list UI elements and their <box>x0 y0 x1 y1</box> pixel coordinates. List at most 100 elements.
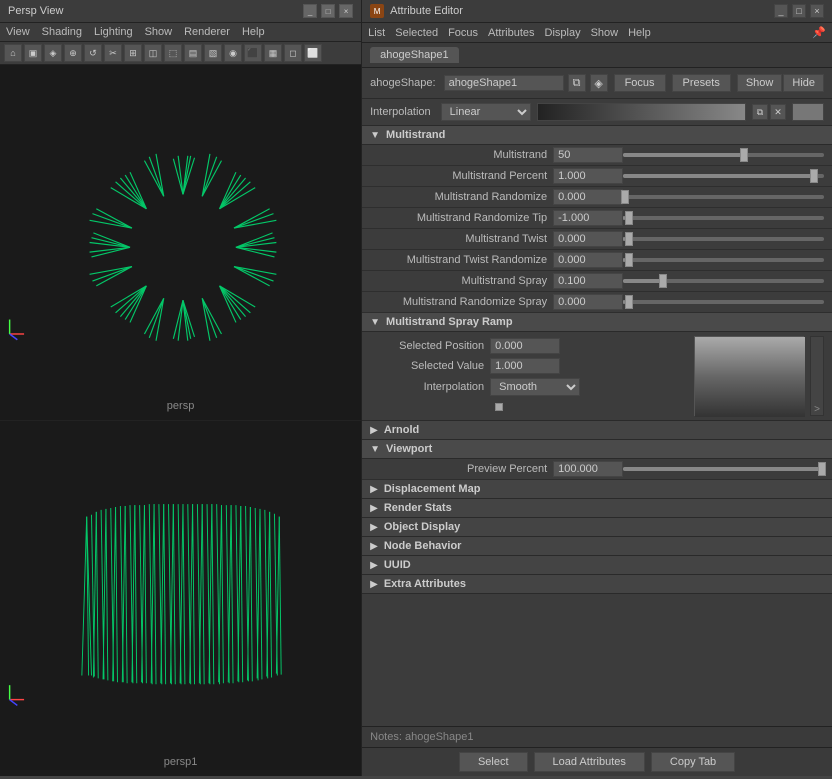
ramp-preview-bar[interactable] <box>537 103 746 121</box>
attr-slider-mrt[interactable] <box>623 210 824 226</box>
section-header-arnold[interactable]: ▶ Arnold <box>362 421 832 440</box>
viewport-bottom[interactable]: persp1 <box>0 421 361 776</box>
ae-show-button[interactable]: Show <box>737 74 783 92</box>
toolbar-btn-8[interactable]: ◫ <box>144 44 162 62</box>
attr-input-multistrand-percent[interactable] <box>553 168 623 184</box>
ae-menu-attributes[interactable]: Attributes <box>488 27 534 39</box>
ae-menu-help[interactable]: Help <box>628 27 651 39</box>
toolbar-btn-4[interactable]: ⊕ <box>64 44 82 62</box>
ae-hide-button[interactable]: Hide <box>783 74 824 92</box>
section-header-viewport[interactable]: ▼ Viewport <box>362 440 832 459</box>
toolbar-btn-12[interactable]: ◉ <box>224 44 242 62</box>
ae-copy-icon[interactable]: ⧉ <box>568 74 586 92</box>
ramp-clear-icon[interactable]: ✕ <box>770 104 786 120</box>
ae-node-name-input[interactable] <box>444 75 564 91</box>
attr-slider-mrs[interactable] <box>623 294 824 310</box>
ae-nav-icon[interactable]: ◈ <box>590 74 608 92</box>
ae-presets-button[interactable]: Presets <box>672 74 731 92</box>
menu-lighting[interactable]: Lighting <box>94 26 133 38</box>
ae-select-button[interactable]: Select <box>459 752 528 772</box>
attr-thumb-mt[interactable] <box>625 232 633 246</box>
toolbar-btn-16[interactable]: ⬜ <box>304 44 322 62</box>
ramp-color-swatch[interactable] <box>792 103 824 121</box>
minimize-button[interactable]: _ <box>303 4 317 18</box>
ae-load-attributes-button[interactable]: Load Attributes <box>534 752 645 772</box>
toolbar-btn-6[interactable]: ✂ <box>104 44 122 62</box>
maximize-button[interactable]: □ <box>321 4 335 18</box>
toolbar-btn-9[interactable]: ⬚ <box>164 44 182 62</box>
toolbar-btn-11[interactable]: ▧ <box>204 44 222 62</box>
ramp-copy-icon[interactable]: ⧉ <box>752 104 768 120</box>
attr-thumb-pp[interactable] <box>818 462 826 476</box>
toolbar-btn-10[interactable]: ▤ <box>184 44 202 62</box>
ramp-scroll-arrow[interactable]: > <box>814 404 820 415</box>
attr-input-multistrand-randomize-spray[interactable] <box>553 294 623 310</box>
attr-slider-ms[interactable] <box>623 273 824 289</box>
attr-thumb-mrt[interactable] <box>625 211 633 225</box>
attr-input-preview-percent[interactable] <box>553 461 623 477</box>
viewport-bottom-render <box>0 421 361 776</box>
menu-view[interactable]: View <box>6 26 30 38</box>
toolbar-btn-13[interactable]: ⬛ <box>244 44 262 62</box>
ramp-position-marker[interactable] <box>495 403 503 411</box>
ramp-scrollbar[interactable]: > <box>810 336 824 416</box>
attr-thumb-mtr[interactable] <box>625 253 633 267</box>
ae-minimize-button[interactable]: _ <box>774 4 788 18</box>
attr-thumb-multistrand[interactable] <box>740 148 748 162</box>
ae-close-button[interactable]: × <box>810 4 824 18</box>
ramp-selected-value-input[interactable] <box>490 358 560 374</box>
section-header-extra-attributes[interactable]: ▶ Extra Attributes <box>362 575 832 594</box>
ramp-interpolation-select[interactable]: None Linear Smooth Spline <box>490 378 580 396</box>
ae-menu-list[interactable]: List <box>368 27 385 39</box>
attr-slider-multistrand[interactable] <box>623 147 824 163</box>
menu-help[interactable]: Help <box>242 26 265 38</box>
menu-show[interactable]: Show <box>145 26 173 38</box>
attr-thumb-mp[interactable] <box>810 169 818 183</box>
toolbar-btn-1[interactable]: ⌂ <box>4 44 22 62</box>
toolbar-btn-3[interactable]: ◈ <box>44 44 62 62</box>
attr-slider-pp[interactable] <box>623 461 824 477</box>
section-header-uuid[interactable]: ▶ UUID <box>362 556 832 575</box>
attr-input-multistrand-randomize-tip[interactable] <box>553 210 623 226</box>
interpolation-select-top[interactable]: None Linear Smooth Spline <box>441 103 531 121</box>
toolbar-btn-15[interactable]: ◻ <box>284 44 302 62</box>
section-header-spray-ramp[interactable]: ▼ Multistrand Spray Ramp <box>362 313 832 332</box>
viewport-top[interactable]: persp <box>0 65 361 421</box>
attr-thumb-mrs[interactable] <box>625 295 633 309</box>
section-header-multistrand[interactable]: ▼ Multistrand <box>362 126 832 145</box>
attr-input-multistrand-randomize[interactable] <box>553 189 623 205</box>
ae-menu-show[interactable]: Show <box>591 27 619 39</box>
toolbar-btn-14[interactable]: ▦ <box>264 44 282 62</box>
attr-input-multistrand-twist[interactable] <box>553 231 623 247</box>
section-header-node-behavior[interactable]: ▶ Node Behavior <box>362 537 832 556</box>
attr-input-multistrand-twist-randomize[interactable] <box>553 252 623 268</box>
ae-focus-button[interactable]: Focus <box>614 74 666 92</box>
close-button[interactable]: × <box>339 4 353 18</box>
attr-input-multistrand-spray[interactable] <box>553 273 623 289</box>
toolbar-btn-2[interactable]: ▣ <box>24 44 42 62</box>
attribute-editor: M Attribute Editor _ □ × List Selected F… <box>362 0 832 776</box>
ramp-selected-position-input[interactable] <box>490 338 560 354</box>
attr-input-multistrand[interactable] <box>553 147 623 163</box>
toolbar-btn-7[interactable]: ⊞ <box>124 44 142 62</box>
ae-menu-focus[interactable]: Focus <box>448 27 478 39</box>
ae-tab-ahogeshape1[interactable]: ahogeShape1 <box>370 47 459 63</box>
ae-menu-display[interactable]: Display <box>545 27 581 39</box>
ae-maximize-button[interactable]: □ <box>792 4 806 18</box>
section-header-object-display[interactable]: ▶ Object Display <box>362 518 832 537</box>
attr-slider-mt[interactable] <box>623 231 824 247</box>
attr-slider-mtr[interactable] <box>623 252 824 268</box>
section-header-render-stats[interactable]: ▶ Render Stats <box>362 499 832 518</box>
toolbar-btn-5[interactable]: ↺ <box>84 44 102 62</box>
ae-copy-tab-button[interactable]: Copy Tab <box>651 752 735 772</box>
attr-thumb-mr[interactable] <box>621 190 629 204</box>
section-header-displacement-map[interactable]: ▶ Displacement Map <box>362 480 832 499</box>
menu-renderer[interactable]: Renderer <box>184 26 230 38</box>
ramp-canvas[interactable] <box>694 336 804 416</box>
attr-slider-mr[interactable] <box>623 189 824 205</box>
attr-thumb-ms[interactable] <box>659 274 667 288</box>
ae-pin-icon[interactable]: 📌 <box>812 26 826 39</box>
ae-menu-selected[interactable]: Selected <box>395 27 438 39</box>
attr-slider-multistrand-percent[interactable] <box>623 168 824 184</box>
menu-shading[interactable]: Shading <box>42 26 82 38</box>
